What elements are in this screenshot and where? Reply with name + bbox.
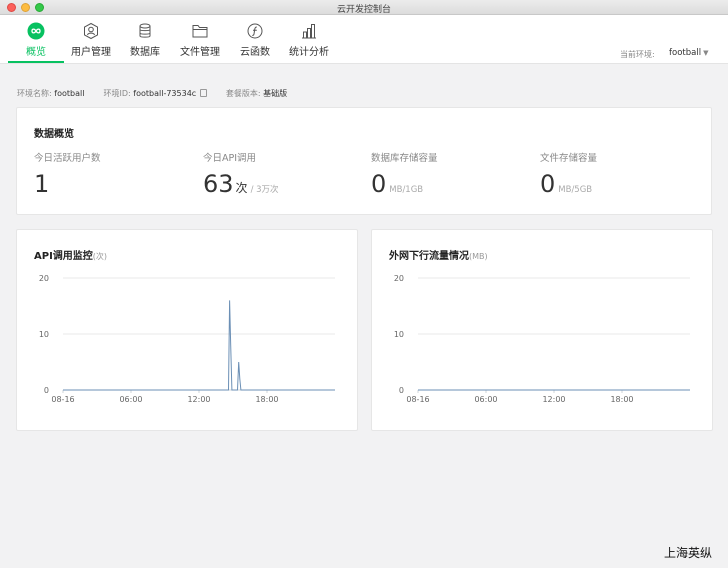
nav-user-management[interactable]: 用户管理	[66, 15, 116, 63]
stat-unit: 次	[235, 181, 248, 195]
stat-number: 0	[540, 170, 556, 198]
data-overview-card: 数据概览 今日活跃用户数 1 今日API调用 63 次/ 3万次 数据库存储容量 …	[16, 107, 712, 215]
env-name-value: football	[54, 89, 85, 98]
env-info-bar: 环境名称: football 环境ID: football-73534c 套餐版…	[17, 88, 287, 99]
stat-number: 63	[203, 170, 234, 198]
y-tick-label: 10	[394, 330, 404, 339]
infinity-icon	[27, 22, 45, 40]
traffic-chart-card: 外网下行流量情况(MB) 0 10 20 08-16 06:00 12:00 18:00	[371, 229, 713, 431]
plan-value: 基础版	[263, 89, 288, 98]
y-tick-label: 10	[39, 330, 49, 339]
x-tick-label: 06:00	[474, 395, 497, 404]
stat-number: 0	[371, 170, 387, 198]
database-icon	[139, 23, 151, 38]
stat-value: 0 MB/5GB	[540, 170, 597, 198]
overview-title: 数据概览	[34, 129, 74, 140]
stat-label: 今日API调用	[203, 153, 257, 164]
stat-label: 数据库存储容量	[371, 153, 438, 164]
stat-quota: / 3万次	[250, 185, 279, 195]
x-tick-label: 12:00	[542, 395, 565, 404]
traffic-chart: 0 10 20 08-16 06:00 12:00 18:00	[394, 274, 690, 404]
stat-api-calls: 今日API调用 63 次/ 3万次	[203, 150, 279, 198]
nav-active-indicator	[8, 61, 64, 63]
stat-value: 63 次/ 3万次	[203, 170, 279, 198]
nav-file-management[interactable]: 文件管理	[176, 15, 224, 63]
stat-number: 1	[34, 170, 50, 198]
nav-label: 数据库	[130, 47, 160, 58]
copy-icon[interactable]	[199, 89, 207, 97]
x-tick-label: 18:00	[255, 395, 278, 404]
user-icon	[84, 22, 98, 40]
env-label: 当前环境:	[620, 50, 655, 59]
series-line	[63, 300, 335, 391]
folder-icon	[192, 25, 208, 38]
nav-label: 云函数	[240, 47, 270, 58]
env-id-value: football-73534c	[133, 89, 197, 98]
stat-label: 今日活跃用户数	[34, 153, 101, 164]
stat-value: 1	[34, 170, 101, 198]
nav-label: 文件管理	[180, 47, 220, 58]
stat-quota: MB/5GB	[558, 185, 593, 195]
stat-label: 文件存储容量	[540, 153, 598, 164]
env-select[interactable]: football ▼	[669, 48, 708, 58]
nav-label: 概览	[26, 47, 46, 58]
bar-chart-icon	[302, 24, 316, 39]
y-tick-label: 0	[399, 386, 404, 395]
watermark-text: 上海英纵	[664, 546, 713, 560]
stat-quota: MB/1GB	[389, 185, 424, 195]
env-value: football	[669, 48, 702, 58]
window-title: 云开发控制台	[336, 5, 391, 15]
nav-label: 用户管理	[71, 47, 111, 58]
x-tick-label: 18:00	[610, 395, 633, 404]
api-calls-chart: 0 10 20 08-16 06:00 12:00 18:00	[39, 274, 335, 404]
nav-label: 统计分析	[289, 47, 329, 58]
y-tick-label: 20	[394, 274, 404, 283]
window-titlebar: 云开发控制台	[0, 0, 728, 15]
x-tick-label: 06:00	[119, 395, 142, 404]
stat-db-storage: 数据库存储容量 0 MB/1GB	[371, 150, 438, 198]
nav-database[interactable]: 数据库	[125, 15, 165, 63]
nav-overview[interactable]: 概览	[8, 15, 64, 63]
stat-active-users: 今日活跃用户数 1	[34, 150, 101, 198]
nav-cloud-functions[interactable]: 云函数	[236, 15, 274, 63]
x-tick-label: 12:00	[187, 395, 210, 404]
env-id-label: 环境ID:	[103, 89, 131, 98]
y-tick-label: 20	[39, 274, 49, 283]
api-calls-chart-card: API调用监控(次) 0 10 20 08-16 06:00 12:00 18:00	[16, 229, 358, 431]
env-name-label: 环境名称:	[17, 89, 52, 98]
stat-value: 0 MB/1GB	[371, 170, 438, 198]
x-tick-label: 08-16	[406, 395, 429, 404]
y-tick-label: 0	[44, 386, 49, 395]
caret-down-icon: ▼	[703, 49, 709, 57]
nav-statistics[interactable]: 统计分析	[287, 15, 331, 63]
top-nav: 概览 用户管理 数据库 文件管理 云函数 统计分析 当前环境: football…	[0, 15, 728, 64]
x-tick-label: 08-16	[51, 395, 74, 404]
stat-file-storage: 文件存储容量 0 MB/5GB	[540, 150, 597, 198]
function-icon	[247, 23, 263, 39]
plan-label: 套餐版本:	[225, 89, 261, 98]
